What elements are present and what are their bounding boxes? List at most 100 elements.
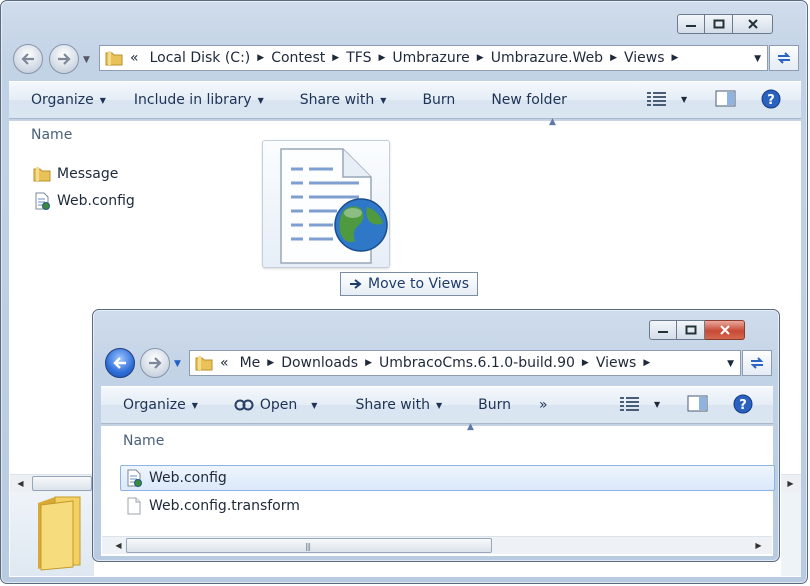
- config-file-icon: [35, 192, 50, 210]
- front-command-bar: Organize ▼ Open ▼ Share with ▼ Burn »: [101, 386, 773, 424]
- breadcrumb-separator-icon[interactable]: ▶: [608, 53, 619, 63]
- preview-pane-icon: [715, 90, 736, 107]
- open-label: Open: [259, 397, 298, 413]
- back-recent-pages-dropdown[interactable]: ▼: [83, 55, 90, 65]
- back-view-options-button[interactable]: ▼: [647, 91, 687, 107]
- scroll-thumb[interactable]: [32, 476, 92, 491]
- breadcrumb-separator-icon[interactable]: ▶: [330, 53, 341, 63]
- back-address-bar[interactable]: « Local Disk (C:) ▶ Contest ▶ TFS ▶ Umbrazu…: [99, 45, 768, 71]
- back-refresh-button[interactable]: [769, 45, 799, 71]
- share-with-menu[interactable]: Share with ▼: [278, 92, 401, 108]
- sort-indicator-icon: ▲: [549, 117, 556, 127]
- front-name-column-header[interactable]: Name: [123, 433, 164, 449]
- breadcrumb-item[interactable]: Me: [235, 355, 266, 371]
- back-horizontal-scrollbar[interactable]: ◀: [10, 474, 95, 492]
- new-folder-button[interactable]: New folder: [469, 92, 581, 108]
- list-item[interactable]: Web.config.transform: [125, 495, 300, 517]
- breadcrumb-overflow[interactable]: «: [214, 355, 235, 371]
- back-minimize-button[interactable]: [677, 14, 705, 34]
- back-preview-pane-button[interactable]: [715, 90, 737, 112]
- refresh-icon: [750, 357, 764, 369]
- address-dropdown-icon[interactable]: ▼: [754, 54, 761, 64]
- close-icon: [719, 325, 730, 335]
- scroll-left-icon[interactable]: ◀: [12, 475, 29, 492]
- breadcrumb-separator-icon[interactable]: ▶: [376, 53, 387, 63]
- drag-preview: [262, 140, 390, 268]
- item-label: Web.config: [57, 193, 135, 209]
- list-item[interactable]: Web.config: [120, 465, 775, 491]
- burn-button[interactable]: Burn: [456, 397, 525, 413]
- list-item[interactable]: Message: [33, 163, 118, 185]
- back-forward-button[interactable]: [49, 44, 79, 74]
- svg-text:?: ?: [739, 398, 747, 413]
- details-view-icon: [647, 92, 666, 106]
- front-view-options-button[interactable]: ▼: [620, 396, 660, 412]
- folder-icon: [105, 51, 123, 66]
- item-label: Message: [57, 166, 119, 182]
- open-menu[interactable]: Open ▼: [212, 397, 332, 413]
- front-help-button[interactable]: ?: [733, 394, 753, 418]
- burn-button[interactable]: Burn: [400, 92, 469, 108]
- scroll-right-icon[interactable]: ▶: [750, 537, 767, 554]
- organize-menu[interactable]: Organize ▼: [9, 92, 120, 108]
- breadcrumb-separator-icon[interactable]: ▶: [670, 53, 681, 63]
- drag-tooltip-label: Move to Views: [368, 276, 470, 292]
- scroll-thumb[interactable]: |||: [126, 538, 492, 553]
- include-in-library-label: Include in library: [133, 92, 252, 108]
- breadcrumb-item[interactable]: Local Disk (C:): [145, 50, 256, 66]
- breadcrumb-item[interactable]: TFS: [341, 50, 376, 66]
- more-commands-button[interactable]: »: [525, 397, 562, 413]
- breadcrumb-item[interactable]: Umbrazure.Web: [486, 50, 608, 66]
- front-recent-pages-dropdown[interactable]: ▼: [174, 359, 181, 369]
- item-label: Web.config: [149, 470, 227, 486]
- front-back-button[interactable]: [105, 348, 135, 378]
- move-arrow-icon: [350, 279, 362, 289]
- back-arrow-icon: [21, 53, 34, 65]
- back-help-button[interactable]: ?: [761, 89, 781, 113]
- scroll-right-icon[interactable]: ▶: [782, 475, 799, 492]
- breadcrumb-separator-icon[interactable]: ▶: [475, 53, 486, 63]
- front-address-bar[interactable]: « Me ▶ Downloads ▶ UmbracoCms.6.1.0-build.…: [189, 350, 741, 376]
- share-with-menu[interactable]: Share with ▼: [331, 397, 456, 413]
- breadcrumb-separator-icon[interactable]: ▶: [363, 358, 374, 368]
- breadcrumb-item[interactable]: Views: [591, 355, 642, 371]
- front-close-button[interactable]: [705, 320, 745, 340]
- grip-icon: |||: [305, 542, 311, 551]
- front-preview-pane-button[interactable]: [687, 395, 709, 417]
- caret-down-icon: ▼: [681, 94, 688, 104]
- back-horizontal-scrollbar-right[interactable]: ▶: [781, 474, 801, 492]
- open-with-icon: [234, 399, 254, 411]
- breadcrumb-separator-icon[interactable]: ▶: [255, 53, 266, 63]
- scroll-left-icon[interactable]: ◀: [110, 537, 127, 554]
- front-minimize-button[interactable]: [649, 320, 677, 340]
- list-item[interactable]: Web.config: [33, 190, 135, 212]
- item-label: Web.config.transform: [149, 498, 300, 514]
- include-in-library-menu[interactable]: Include in library ▼: [120, 92, 278, 108]
- front-caption-buttons: [649, 320, 745, 340]
- breadcrumb-separator-icon[interactable]: ▶: [641, 358, 652, 368]
- front-horizontal-scrollbar[interactable]: ◀ ||| ▶: [102, 536, 772, 554]
- breadcrumb-separator-icon[interactable]: ▶: [580, 358, 591, 368]
- front-refresh-button[interactable]: [742, 350, 772, 376]
- back-close-button[interactable]: [733, 14, 773, 34]
- front-maximize-button[interactable]: [677, 320, 705, 340]
- breadcrumb-item[interactable]: Views: [619, 50, 670, 66]
- more-commands-label: »: [539, 397, 548, 413]
- front-forward-button[interactable]: [140, 348, 170, 378]
- breadcrumb-item[interactable]: UmbracoCms.6.1.0-build.90: [374, 355, 580, 371]
- caret-down-icon: ▼: [191, 400, 198, 410]
- back-back-button[interactable]: [13, 44, 43, 74]
- back-right-scroll-strip: [781, 492, 801, 576]
- back-maximize-button[interactable]: [705, 14, 733, 34]
- blank-file-icon: [127, 497, 141, 515]
- breadcrumb-item[interactable]: Contest: [266, 50, 330, 66]
- breadcrumb-item[interactable]: Umbrazure: [387, 50, 474, 66]
- config-file-icon: [127, 469, 142, 487]
- breadcrumb-overflow[interactable]: «: [124, 50, 145, 66]
- breadcrumb-separator-icon[interactable]: ▶: [265, 358, 276, 368]
- drag-tooltip: Move to Views: [340, 272, 479, 296]
- organize-menu[interactable]: Organize ▼: [101, 397, 212, 413]
- breadcrumb-item[interactable]: Downloads: [276, 355, 363, 371]
- back-name-column-header[interactable]: Name: [31, 127, 72, 143]
- address-dropdown-icon[interactable]: ▼: [727, 359, 734, 369]
